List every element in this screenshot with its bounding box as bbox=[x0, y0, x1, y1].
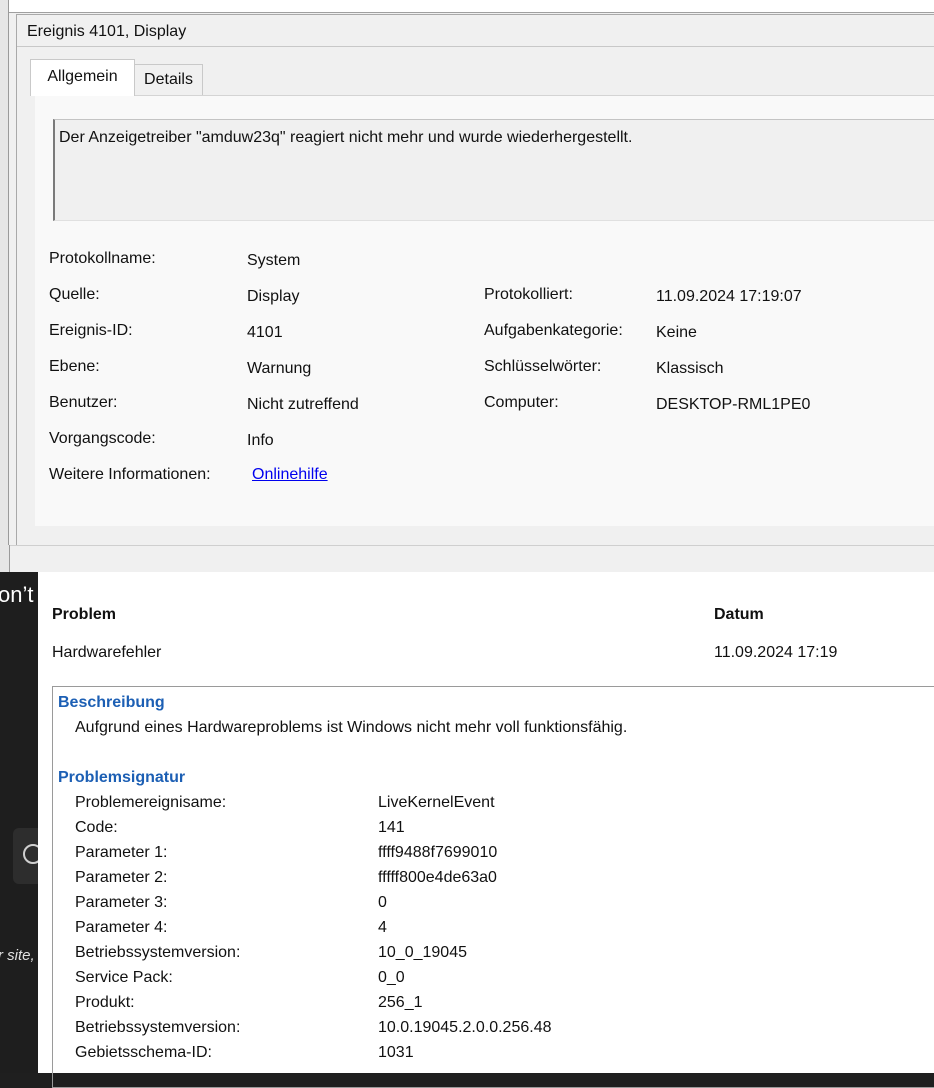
keywords-value: Klassisch bbox=[656, 360, 724, 377]
description-text: Aufgrund eines Hardwareproblems ist Wind… bbox=[75, 719, 628, 736]
signature-value: 0 bbox=[378, 894, 387, 911]
signature-name: Produkt: bbox=[75, 994, 135, 1011]
signature-row: Service Pack: 0_0 bbox=[75, 969, 934, 994]
source-value: Display bbox=[247, 288, 300, 305]
signature-value: 0_0 bbox=[378, 969, 405, 986]
signature-value: 10.0.19045.2.0.0.256.48 bbox=[378, 1019, 552, 1036]
signature-name: Code: bbox=[75, 819, 118, 836]
user-value: Nicht zutreffend bbox=[247, 396, 359, 413]
description-heading: Beschreibung bbox=[58, 694, 165, 711]
keywords-label: Schlüsselwörter: bbox=[484, 358, 602, 375]
signature-row: Parameter 4: 4 bbox=[75, 919, 934, 944]
problem-value: Hardwarefehler bbox=[52, 644, 162, 661]
title-divider bbox=[17, 46, 934, 47]
signature-value: LiveKernelEvent bbox=[378, 794, 495, 811]
event-description-box[interactable]: Der Anzeigetreiber "amduw23q" reagiert n… bbox=[53, 119, 934, 221]
date-value: 11.09.2024 17:19 bbox=[714, 644, 838, 661]
event-details-panel: Ereignis 4101, Display Allgemein Details… bbox=[16, 14, 934, 546]
signature-value: 256_1 bbox=[378, 994, 423, 1011]
event-list-bottom-edge bbox=[9, 0, 934, 13]
problem-signature-heading: Problemsignatur bbox=[58, 769, 186, 786]
window-bottom-area bbox=[0, 545, 934, 573]
log-name-value: System bbox=[247, 252, 301, 269]
task-category-value: Keine bbox=[656, 324, 697, 341]
signature-row: Problemereignisame: LiveKernelEvent bbox=[75, 794, 934, 819]
signature-name: Parameter 1: bbox=[75, 844, 168, 861]
event-id-label: Ereignis-ID: bbox=[49, 322, 133, 339]
computer-value: DESKTOP-RML1PE0 bbox=[656, 396, 811, 413]
more-info-label: Weitere Informationen: bbox=[49, 466, 211, 483]
opcode-value: Info bbox=[247, 432, 274, 449]
signature-name: Gebietsschema-ID: bbox=[75, 1044, 212, 1061]
signature-value: ffff9488f7699010 bbox=[378, 844, 498, 861]
signature-name: Service Pack: bbox=[75, 969, 173, 986]
opcode-label: Vorgangscode: bbox=[49, 430, 156, 447]
event-id-value: 4101 bbox=[247, 324, 283, 341]
signature-row: Gebietsschema-ID: 1031 bbox=[75, 1044, 934, 1069]
signature-value: fffff800e4de63a0 bbox=[378, 869, 497, 886]
window-bottom-left-edge bbox=[0, 545, 10, 572]
log-name-label: Protokollname: bbox=[49, 250, 156, 267]
background-website: on’t r site, bbox=[0, 572, 43, 1073]
signature-value: 141 bbox=[378, 819, 405, 836]
signature-value: 1031 bbox=[378, 1044, 414, 1061]
online-help-link[interactable]: Onlinehilfe bbox=[252, 466, 328, 484]
signature-name: Parameter 3: bbox=[75, 894, 168, 911]
signature-name: Betriebssystemversion: bbox=[75, 1019, 241, 1036]
background-heading-fragment: on’t bbox=[0, 582, 34, 607]
logged-label: Protokolliert: bbox=[484, 286, 573, 303]
signature-name: Problemereignisame: bbox=[75, 794, 227, 811]
general-tab-content: Der Anzeigetreiber "amduw23q" reagiert n… bbox=[35, 95, 934, 526]
level-label: Ebene: bbox=[49, 358, 100, 375]
signature-row: Code: 141 bbox=[75, 819, 934, 844]
signature-row: Betriebssystemversion: 10.0.19045.2.0.0.… bbox=[75, 1019, 934, 1044]
logged-value: 11.09.2024 17:19:07 bbox=[656, 288, 802, 305]
signature-row: Parameter 3: 0 bbox=[75, 894, 934, 919]
event-details-title: Ereignis 4101, Display bbox=[27, 23, 187, 40]
problem-column-header: Problem bbox=[52, 606, 117, 623]
level-value: Warnung bbox=[247, 360, 312, 377]
signature-row: Parameter 1: ffff9488f7699010 bbox=[75, 844, 934, 869]
signature-value: 4 bbox=[378, 919, 387, 936]
computer-label: Computer: bbox=[484, 394, 559, 411]
user-label: Benutzer: bbox=[49, 394, 118, 411]
source-label: Quelle: bbox=[49, 286, 100, 303]
signature-row: Parameter 2: fffff800e4de63a0 bbox=[75, 869, 934, 894]
reliability-report: Problem Datum Hardwarefehler 11.09.2024 … bbox=[38, 572, 934, 1088]
task-category-label: Aufgabenkategorie: bbox=[484, 322, 623, 339]
signature-value: 10_0_19045 bbox=[378, 944, 467, 961]
event-description: Der Anzeigetreiber "amduw23q" reagiert n… bbox=[59, 129, 633, 146]
signature-row: Produkt: 256_1 bbox=[75, 994, 934, 1019]
date-column-header: Datum bbox=[714, 606, 764, 623]
problem-details-box: Beschreibung Aufgrund eines Hardwareprob… bbox=[52, 686, 934, 1088]
window-left-edge bbox=[0, 0, 9, 548]
signature-name: Betriebssystemversion: bbox=[75, 944, 241, 961]
background-text-fragment: r site, bbox=[0, 947, 35, 964]
signature-name: Parameter 4: bbox=[75, 919, 168, 936]
event-viewer-window: Ereignis 4101, Display Allgemein Details… bbox=[0, 0, 934, 573]
tab-details[interactable]: Details bbox=[134, 64, 203, 95]
signature-row: Betriebssystemversion: 10_0_19045 bbox=[75, 944, 934, 969]
signature-name: Parameter 2: bbox=[75, 869, 168, 886]
tab-general[interactable]: Allgemein bbox=[30, 59, 135, 96]
